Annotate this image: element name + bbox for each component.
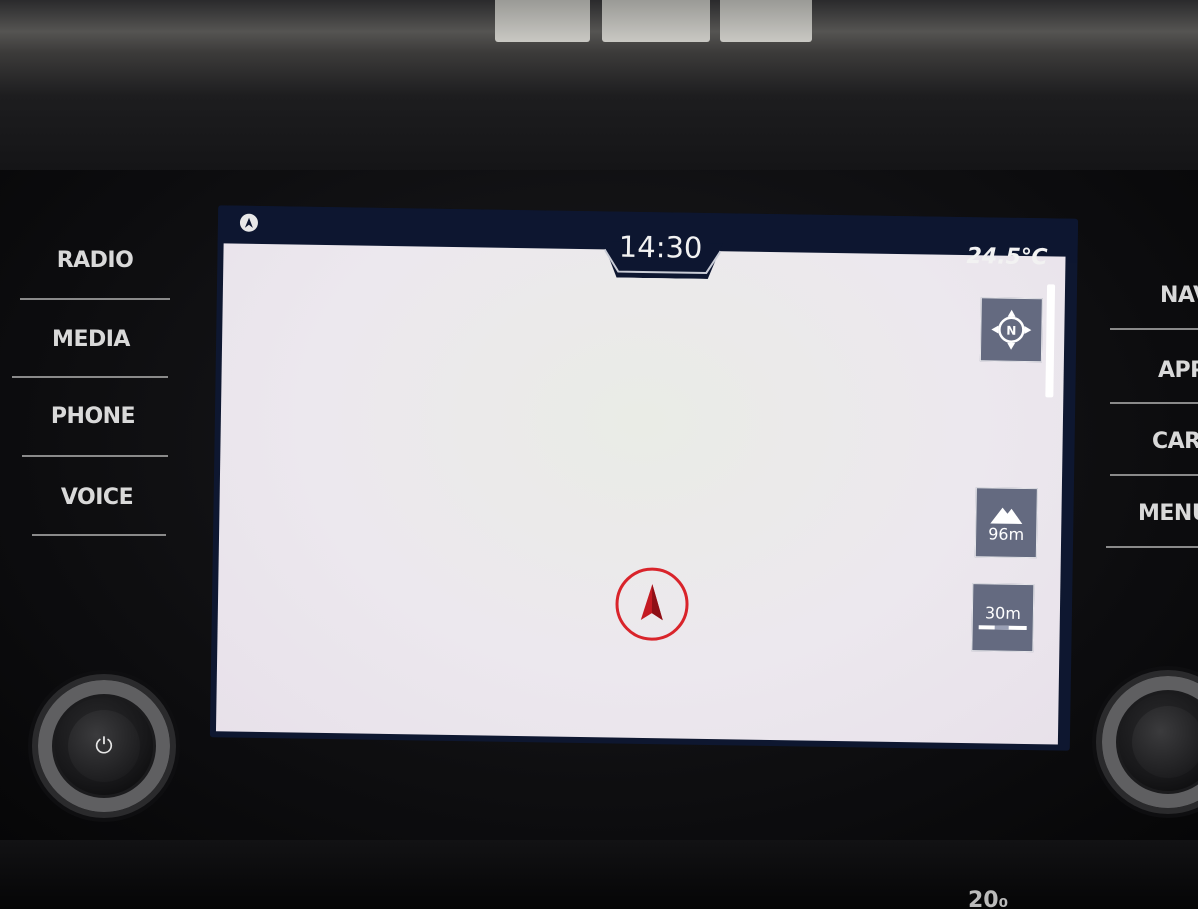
- knob-center-icon: [1132, 706, 1198, 778]
- phone-key[interactable]: PHONE: [38, 399, 148, 433]
- climate-readout: 20₀: [968, 888, 1009, 909]
- dashboard-top: [0, 0, 1198, 175]
- dashboard-bottom: [0, 840, 1198, 909]
- outside-temperature: 24.5℃: [966, 244, 1048, 271]
- power-icon: ⏻: [68, 710, 140, 782]
- key-divider: [1110, 402, 1198, 404]
- app-key[interactable]: APP: [1158, 353, 1198, 387]
- compass-label: N: [1006, 324, 1016, 338]
- mountain-icon: [990, 507, 1023, 524]
- key-divider: [20, 298, 170, 300]
- menu-key[interactable]: MENU: [1138, 496, 1198, 530]
- air-vent-slat: [720, 0, 812, 42]
- air-vent-slat: [495, 0, 590, 42]
- voice-key[interactable]: VOICE: [42, 480, 152, 514]
- map-scale-button[interactable]: 30m: [971, 583, 1035, 653]
- altitude-button[interactable]: 96m: [974, 487, 1038, 559]
- key-divider: [12, 376, 168, 378]
- infotainment-screen: 14:30 24.5℃ N 96m 30m: [209, 205, 1079, 751]
- key-divider: [22, 455, 168, 457]
- altitude-value: 96m: [988, 523, 1025, 544]
- radio-key[interactable]: RADIO: [40, 243, 150, 277]
- map-view[interactable]: [215, 243, 1066, 745]
- key-divider: [1110, 474, 1198, 476]
- key-divider: [1110, 328, 1198, 330]
- scale-bar-icon: [978, 624, 1027, 630]
- scale-value: 30m: [984, 602, 1022, 623]
- clock: 14:30: [618, 229, 703, 265]
- media-key[interactable]: MEDIA: [36, 322, 146, 356]
- vehicle-position-arrow-icon: [615, 567, 689, 641]
- air-vent-slat: [602, 0, 710, 42]
- compass-north-icon: N: [991, 309, 1032, 350]
- key-divider: [32, 534, 166, 536]
- volume-power-knob[interactable]: ⏻: [38, 680, 170, 812]
- nav-key[interactable]: NAV: [1160, 278, 1198, 312]
- key-divider: [1106, 546, 1198, 548]
- compass-button[interactable]: N: [979, 297, 1043, 363]
- car-key[interactable]: CAR: [1152, 424, 1198, 458]
